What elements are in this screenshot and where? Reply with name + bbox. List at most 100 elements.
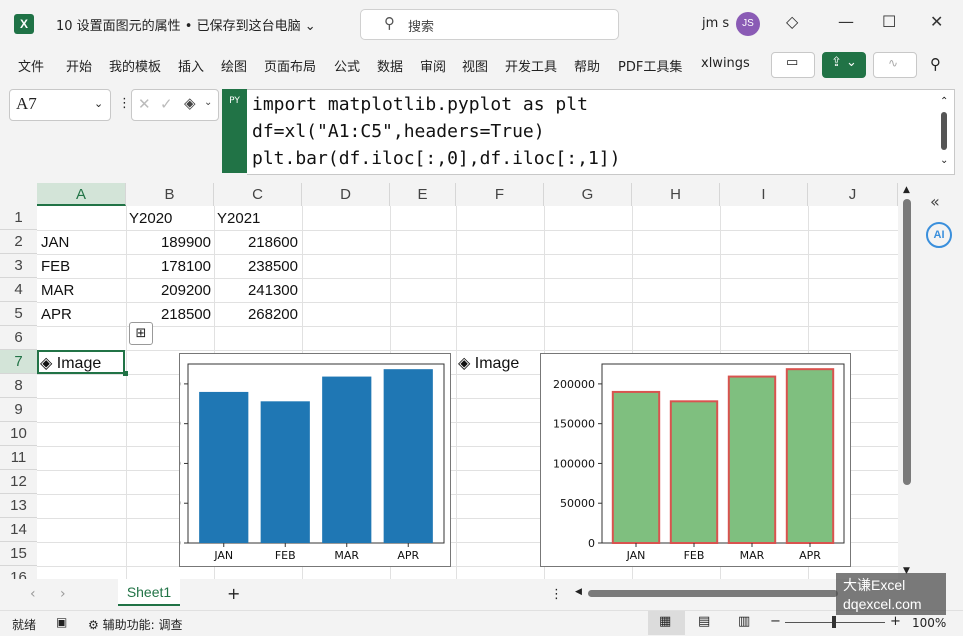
- menu-item[interactable]: 数据: [377, 56, 403, 75]
- cell-b4[interactable]: 209200: [126, 282, 211, 299]
- add-sheet-button[interactable]: +: [227, 584, 240, 603]
- cell-b5[interactable]: 218500: [126, 306, 211, 323]
- menu-item[interactable]: 审阅: [420, 56, 446, 75]
- menu-item[interactable]: 文件: [18, 56, 44, 75]
- column-header-h[interactable]: H: [632, 183, 720, 206]
- close-button[interactable]: ✕: [930, 12, 943, 31]
- maximize-button[interactable]: ☐: [882, 12, 896, 31]
- row-header-6[interactable]: 6: [0, 326, 37, 350]
- quick-analysis-icon[interactable]: ⊞: [129, 322, 153, 345]
- menu-item[interactable]: 插入: [178, 56, 204, 75]
- layers-icon[interactable]: ◈: [184, 94, 196, 112]
- accessibility-status[interactable]: ⚙ 辅助功能: 调查: [88, 616, 182, 633]
- ai-icon[interactable]: AI: [926, 222, 952, 248]
- column-header-d[interactable]: D: [302, 183, 390, 206]
- menu-item[interactable]: 帮助: [574, 56, 600, 75]
- menu-item[interactable]: PDF工具集: [618, 56, 682, 75]
- formula-scrollbar[interactable]: [941, 112, 947, 150]
- macro-icon[interactable]: ▣: [56, 615, 67, 629]
- cell-b1[interactable]: Y2020: [129, 210, 172, 227]
- chevron-down-icon[interactable]: ⌄: [204, 97, 212, 108]
- diamond-icon[interactable]: ◇: [786, 12, 798, 31]
- row-header-15[interactable]: 15: [0, 542, 37, 566]
- row-header-8[interactable]: 8: [0, 374, 37, 398]
- cell-b2[interactable]: 189900: [126, 234, 211, 251]
- zoom-out-button[interactable]: −: [770, 614, 781, 629]
- zoom-in-button[interactable]: +: [890, 614, 901, 629]
- menu-item[interactable]: 我的模板: [109, 56, 161, 75]
- menu-item[interactable]: 视图: [462, 56, 488, 75]
- menu-item[interactable]: xlwings: [701, 56, 750, 71]
- cell-a5[interactable]: APR: [41, 306, 72, 323]
- column-header-j[interactable]: J: [808, 183, 898, 206]
- row-header-2[interactable]: 2: [0, 230, 37, 254]
- cell-c4[interactable]: 241300: [214, 282, 298, 299]
- minimize-button[interactable]: —: [838, 12, 854, 31]
- column-header-c[interactable]: C: [214, 183, 302, 206]
- zoom-slider-thumb[interactable]: [832, 616, 836, 628]
- row-header-1[interactable]: 1: [0, 206, 37, 230]
- copilot-icon[interactable]: ⚲: [930, 55, 941, 73]
- row-header-14[interactable]: 14: [0, 518, 37, 542]
- column-header-e[interactable]: E: [390, 183, 456, 206]
- confirm-icon[interactable]: ✓: [160, 95, 173, 113]
- more-icon[interactable]: ⋮: [550, 587, 563, 602]
- select-all-corner[interactable]: [0, 183, 37, 206]
- row-header-5[interactable]: 5: [0, 302, 37, 326]
- cancel-icon[interactable]: ✕: [138, 95, 151, 113]
- prev-sheet-icon[interactable]: ‹: [30, 586, 36, 602]
- catchup-button[interactable]: ∿: [873, 52, 917, 78]
- menu-item[interactable]: 绘图: [221, 56, 247, 75]
- menu-item[interactable]: 开发工具: [505, 56, 557, 75]
- column-header-b[interactable]: B: [126, 183, 214, 206]
- sheet-tab-sheet1[interactable]: Sheet1: [118, 579, 180, 606]
- cell-a4[interactable]: MAR: [41, 282, 74, 299]
- column-header-f[interactable]: F: [456, 183, 544, 206]
- chevron-down-icon[interactable]: ⌄: [94, 97, 103, 110]
- menu-item[interactable]: 页面布局: [264, 56, 316, 75]
- horizontal-scroll-thumb[interactable]: [588, 590, 838, 597]
- row-header-12[interactable]: 12: [0, 470, 37, 494]
- menu-item[interactable]: 开始: [66, 56, 92, 75]
- scroll-up-icon[interactable]: ▲: [903, 185, 910, 195]
- document-title[interactable]: 10 设置面图元的属性 • 已保存到这台电脑 ⌄: [56, 15, 316, 34]
- row-header-11[interactable]: 11: [0, 446, 37, 470]
- column-header-i[interactable]: I: [720, 183, 808, 206]
- menu-item[interactable]: 公式: [334, 56, 360, 75]
- cell-c5[interactable]: 268200: [214, 306, 298, 323]
- cell-c2[interactable]: 218600: [214, 234, 298, 251]
- scroll-up-icon[interactable]: ⌃: [940, 96, 948, 107]
- column-header-a[interactable]: A: [37, 183, 126, 206]
- cell-c1[interactable]: Y2021: [217, 210, 260, 227]
- page-layout-button[interactable]: ▤: [698, 614, 710, 629]
- cell-c3[interactable]: 238500: [214, 258, 298, 275]
- row-header-7[interactable]: 7: [0, 350, 37, 374]
- search-box[interactable]: [360, 9, 619, 40]
- row-header-4[interactable]: 4: [0, 278, 37, 302]
- next-sheet-icon[interactable]: ›: [60, 586, 66, 602]
- comments-button[interactable]: ▭: [771, 52, 815, 78]
- row-header-9[interactable]: 9: [0, 398, 37, 422]
- normal-view-button[interactable]: ▦: [648, 611, 685, 635]
- image-cell-a7[interactable]: ◈ Image: [40, 353, 101, 373]
- page-break-button[interactable]: ▥: [738, 614, 750, 629]
- row-header-3[interactable]: 3: [0, 254, 37, 278]
- column-header-g[interactable]: G: [544, 183, 632, 206]
- row-header-13[interactable]: 13: [0, 494, 37, 518]
- collapse-icon[interactable]: «: [930, 192, 940, 211]
- share-button[interactable]: ⇪ ⌄: [822, 52, 866, 78]
- scroll-down-icon[interactable]: ⌄: [940, 155, 948, 166]
- zoom-level[interactable]: 100%: [912, 616, 946, 630]
- watermark: 大谦Excel dqexcel.com: [836, 573, 946, 615]
- fill-handle[interactable]: [123, 371, 128, 376]
- more-icon[interactable]: ⋮: [118, 96, 131, 111]
- vertical-scroll-thumb[interactable]: [903, 199, 911, 485]
- scroll-left-icon[interactable]: ◀: [575, 587, 582, 597]
- avatar[interactable]: JS: [736, 12, 760, 36]
- cell-a2[interactable]: JAN: [41, 234, 69, 251]
- cell-b3[interactable]: 178100: [126, 258, 211, 275]
- chart-1: 0 50000 100000 150000 200000 JAN FEB MAR APR: [179, 353, 451, 567]
- row-header-10[interactable]: 10: [0, 422, 37, 446]
- image-cell-f7[interactable]: ◈ Image: [458, 353, 520, 373]
- cell-a3[interactable]: FEB: [41, 258, 70, 275]
